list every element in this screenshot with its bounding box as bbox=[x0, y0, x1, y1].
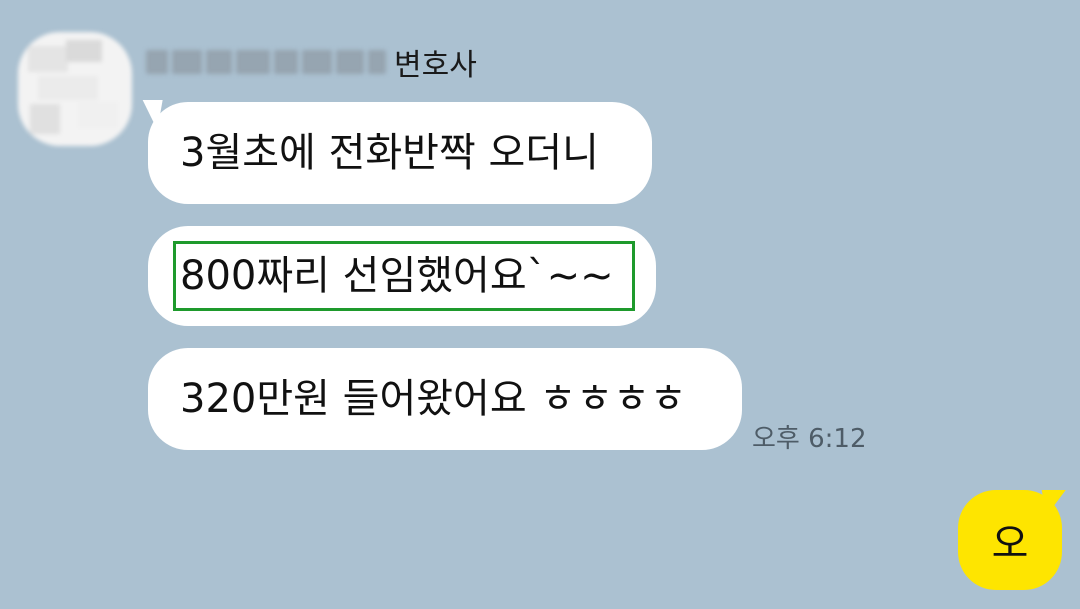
message-bubble[interactable]: 3월초에 전화반짝 오더니 bbox=[148, 102, 652, 204]
redacted-name bbox=[146, 50, 386, 74]
message-text: 3월초에 전화반짝 오더니 bbox=[180, 130, 599, 176]
sender-name: 변호사 bbox=[146, 40, 477, 84]
sender-role: 변호사 bbox=[394, 48, 477, 83]
avatar[interactable] bbox=[18, 32, 132, 146]
message-bubble[interactable]: 320만원 들어왔어요 ㅎㅎㅎㅎ bbox=[148, 348, 742, 450]
message-bubble[interactable]: 800짜리 선임했어요`~~ bbox=[148, 226, 656, 326]
message-text: 320만원 들어왔어요 ㅎㅎㅎㅎ bbox=[180, 376, 687, 422]
message-timestamp: 오후 6:12 bbox=[752, 424, 867, 454]
message-text: 800짜리 선임했어요`~~ bbox=[180, 253, 614, 299]
my-message-bubble[interactable]: 오 bbox=[958, 490, 1062, 590]
chat-room: 변호사 3월초에 전화반짝 오더니 800짜리 선임했어요`~~ 320만원 들… bbox=[0, 0, 1080, 609]
my-message-text: 오 bbox=[991, 521, 1029, 567]
